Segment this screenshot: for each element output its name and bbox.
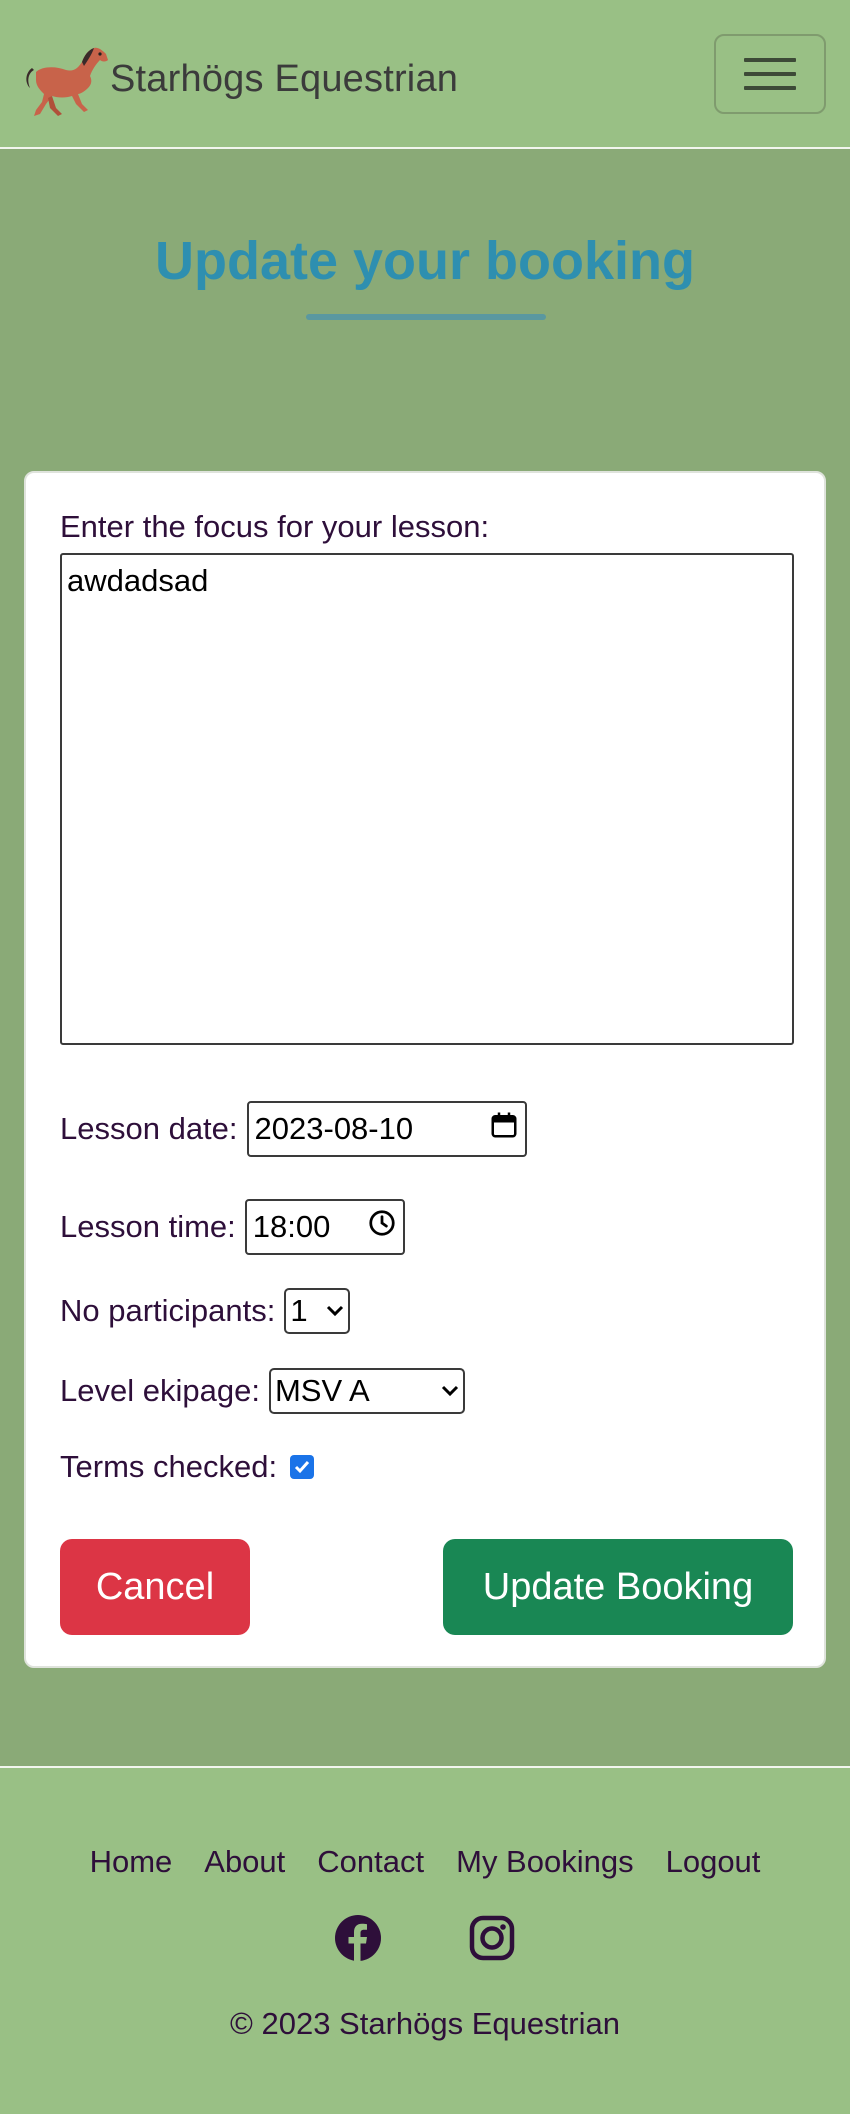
lesson-date-label: Lesson date: (60, 1111, 238, 1146)
navbar: Starhögs Equestrian (0, 0, 850, 149)
chevron-down-icon (326, 1305, 344, 1317)
level-row: Level ekipage: MSV A (60, 1368, 465, 1414)
title-underline (306, 314, 546, 320)
page-title: Update your booking (155, 231, 695, 291)
social-links (0, 1914, 850, 1962)
terms-row: Terms checked: (60, 1449, 315, 1485)
hamburger-menu-button[interactable] (714, 34, 826, 114)
level-value: MSV A (274, 1373, 370, 1408)
lesson-date-row: Lesson date: 2023-08-10 (60, 1101, 527, 1157)
level-label: Level ekipage: (60, 1373, 260, 1408)
participants-value: 1 (290, 1293, 308, 1328)
lesson-date-value: 2023-08-10 (254, 1111, 414, 1146)
facebook-icon[interactable] (334, 1914, 382, 1962)
footer-nav: Home About Contact My Bookings Logout (0, 1844, 850, 1880)
focus-textarea[interactable]: awdadsad (60, 553, 794, 1045)
footer-link-my-bookings[interactable]: My Bookings (440, 1844, 649, 1880)
footer-link-contact[interactable]: Contact (301, 1844, 440, 1880)
copyright-text: © 2023 Starhögs Equestrian (230, 2006, 620, 2041)
lesson-time-row: Lesson time: 18:00 (60, 1199, 405, 1255)
booking-form-card: Enter the focus for your lesson: awdadsa… (24, 471, 826, 1668)
terms-checkbox[interactable] (290, 1455, 315, 1479)
participants-select[interactable]: 1 (284, 1288, 351, 1334)
footer-link-about[interactable]: About (188, 1844, 301, 1880)
footer: Home About Contact My Bookings Logout © … (0, 1766, 850, 2114)
lesson-time-value: 18:00 (252, 1209, 331, 1244)
lesson-date-input[interactable]: 2023-08-10 (246, 1101, 527, 1157)
hamburger-menu-icon (744, 58, 796, 62)
lesson-time-label: Lesson time: (60, 1209, 236, 1244)
instagram-icon[interactable] (468, 1914, 516, 1962)
lesson-time-input[interactable]: 18:00 (244, 1199, 405, 1255)
update-booking-button[interactable]: Update Booking (443, 1539, 793, 1635)
footer-link-logout[interactable]: Logout (650, 1844, 777, 1880)
level-select[interactable]: MSV A (268, 1368, 465, 1414)
cancel-button[interactable]: Cancel (60, 1539, 250, 1635)
brand-link[interactable]: Starhögs Equestrian (22, 38, 458, 120)
brand-name: Starhögs Equestrian (110, 57, 459, 100)
clock-icon[interactable] (367, 1208, 397, 1246)
focus-label: Enter the focus for your lesson: (60, 509, 490, 544)
participants-row: No participants: 1 (60, 1288, 351, 1334)
terms-label: Terms checked: (60, 1449, 278, 1484)
participants-label: No participants: (60, 1293, 276, 1328)
chevron-down-icon (441, 1385, 459, 1397)
footer-link-home[interactable]: Home (74, 1844, 189, 1880)
horse-icon (22, 38, 110, 120)
calendar-icon[interactable] (489, 1110, 519, 1148)
